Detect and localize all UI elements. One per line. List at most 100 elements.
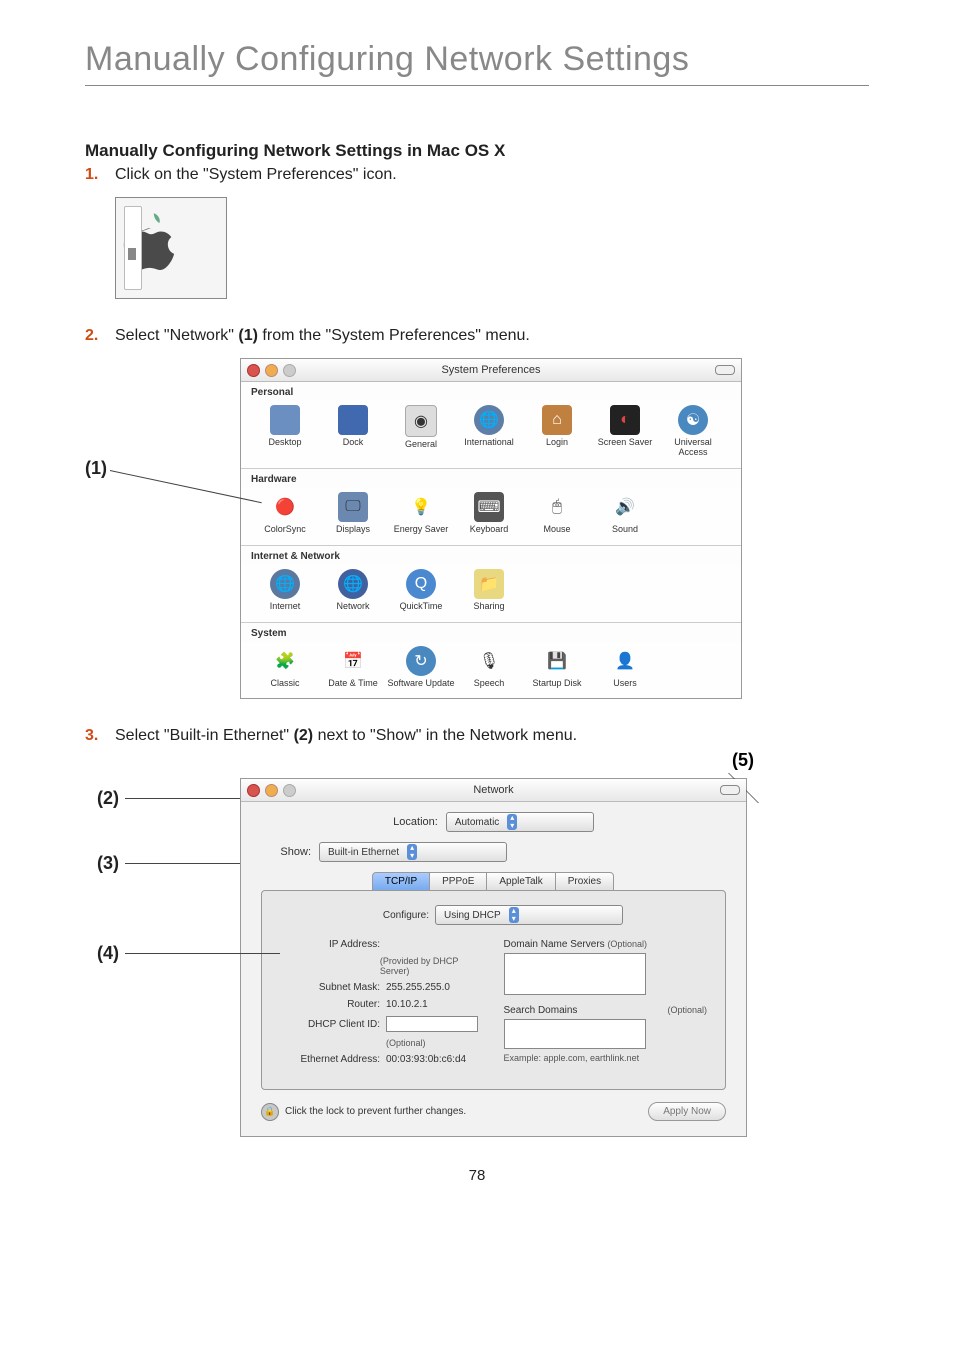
tab-appletalk[interactable]: AppleTalk [486, 872, 555, 891]
configure-label: Configure: [364, 910, 435, 921]
network-window-title: Network [241, 784, 746, 796]
search-note: (Optional) [667, 1005, 707, 1015]
pref-mouse[interactable]: 🖱Mouse [523, 492, 591, 535]
location-label: Location: [393, 816, 446, 828]
show-label: Show: [271, 846, 319, 858]
search-input[interactable] [504, 1019, 646, 1049]
pref-keyboard[interactable]: ⌨Keyboard [455, 492, 523, 535]
startup-icon: 💾 [542, 646, 572, 676]
pref-colorsync[interactable]: 🔴ColorSync [251, 492, 319, 535]
eth-value: 00:03:93:0b:c6:d4 [386, 1054, 466, 1065]
toolbar-toggle[interactable] [720, 785, 740, 795]
syspref-icon-figure [115, 197, 227, 299]
pref-desktop[interactable]: Desktop [251, 405, 319, 458]
pref-speech[interactable]: 🎙Speech [455, 646, 523, 689]
pref-startup[interactable]: 💾Startup Disk [523, 646, 591, 689]
footer-row: 🔒 Click the lock to prevent further chan… [261, 1102, 726, 1121]
callout-1: (1) [85, 458, 107, 479]
syspref-titlebar: System Preferences [241, 359, 741, 382]
pref-international[interactable]: 🌐International [455, 405, 523, 458]
tab-bar: TCP/IP PPPoE AppleTalk Proxies [261, 872, 726, 891]
sharing-icon: 📁 [474, 569, 504, 599]
search-label: Search Domains [504, 1005, 578, 1016]
step-2-text-a: Select "Network" [115, 327, 238, 344]
network-titlebar: Network [241, 779, 746, 802]
pref-login[interactable]: ⌂Login [523, 405, 591, 458]
syspref-figure: (1) System Preferences Personal Desktop … [85, 358, 869, 699]
select-arrows-icon: ▴▾ [407, 844, 417, 860]
step-2-text: Select "Network" (1) from the "System Pr… [115, 324, 869, 348]
step-1: 1. Click on the "System Preferences" ico… [85, 163, 869, 187]
pref-datetime[interactable]: 📅Date & Time [319, 646, 387, 689]
step-3: 3. Select "Built-in Ethernet" (2) next t… [85, 724, 869, 748]
callout-4-line [125, 953, 280, 954]
classic-icon: 🧩 [270, 646, 300, 676]
callout-2-line [125, 798, 240, 799]
dns-label: Domain Name Servers [504, 939, 605, 950]
pref-energy[interactable]: 💡Energy Saver [387, 492, 455, 535]
router-value: 10.10.2.1 [386, 999, 428, 1010]
configure-select[interactable]: Using DHCP ▴▾ [435, 905, 623, 925]
pref-internet[interactable]: 🌐Internet [251, 569, 319, 612]
network-icon: 🌐 [338, 569, 368, 599]
section-internet-label: Internet & Network [241, 546, 741, 565]
dhcp-input[interactable] [386, 1016, 478, 1032]
pref-dock[interactable]: Dock [319, 405, 387, 458]
show-select[interactable]: Built-in Ethernet ▴▾ [319, 842, 507, 862]
callout-3-line [125, 863, 240, 864]
show-row: Show: Built-in Ethernet ▴▾ [271, 842, 726, 862]
pref-sharing[interactable]: 📁Sharing [455, 569, 523, 612]
pref-softwareupdate[interactable]: ↻Software Update [387, 646, 455, 689]
step-2-num: 2. [85, 324, 115, 348]
page-number: 78 [85, 1167, 869, 1184]
pref-universal[interactable]: ☯Universal Access [659, 405, 727, 458]
section-system: 🧩Classic 📅Date & Time ↻Software Update 🎙… [241, 642, 741, 699]
example-text: Example: apple.com, earthlink.net [504, 1053, 708, 1063]
location-row: Location: Automatic ▴▾ [261, 812, 726, 832]
datetime-icon: 📅 [338, 646, 368, 676]
pref-displays[interactable]: 🖵Displays [319, 492, 387, 535]
syspref-window: System Preferences Personal Desktop Dock… [240, 358, 742, 699]
toolbar-toggle[interactable] [715, 365, 735, 375]
section-hardware: 🔴ColorSync 🖵Displays 💡Energy Saver ⌨Keyb… [241, 488, 741, 546]
pref-sound[interactable]: 🔊Sound [591, 492, 659, 535]
dns-input[interactable] [504, 953, 646, 995]
step-1-text: Click on the "System Preferences" icon. [115, 163, 869, 187]
pref-quicktime[interactable]: QQuickTime [387, 569, 455, 612]
pref-screensaver[interactable]: ◐Screen Saver [591, 405, 659, 458]
pref-users[interactable]: 👤Users [591, 646, 659, 689]
location-value: Automatic [455, 817, 499, 828]
pref-classic[interactable]: 🧩Classic [251, 646, 319, 689]
select-arrows-icon: ▴▾ [507, 814, 517, 830]
section-internet: 🌐Internet 🌐Network QQuickTime 📁Sharing [241, 565, 741, 623]
configure-value: Using DHCP [444, 910, 501, 921]
ip-note: (Provided by DHCP Server) [380, 956, 484, 976]
universal-icon: ☯ [678, 405, 708, 435]
callout-1-line [110, 470, 262, 503]
lock-text: Click the lock to prevent further change… [285, 1106, 466, 1117]
softwareupdate-icon: ↻ [406, 646, 436, 676]
screensaver-icon: ◐ [610, 405, 640, 435]
international-icon: 🌐 [474, 405, 504, 435]
pref-network[interactable]: 🌐Network [319, 569, 387, 612]
section-personal: Desktop Dock ◉General 🌐International ⌂Lo… [241, 401, 741, 469]
tab-pppoe[interactable]: PPPoE [429, 872, 487, 891]
dhcp-note: (Optional) [386, 1038, 426, 1048]
router-label: Router: [280, 999, 386, 1010]
select-arrows-icon: ▴▾ [509, 907, 519, 923]
callout-5: (5) [732, 750, 754, 771]
tab-tcpip[interactable]: TCP/IP [372, 872, 430, 891]
step-2-callout: (1) [238, 327, 258, 344]
apply-now-button[interactable]: Apply Now [648, 1102, 726, 1121]
pref-general[interactable]: ◉General [387, 405, 455, 458]
lock-icon[interactable]: 🔒 [261, 1103, 279, 1121]
login-icon: ⌂ [542, 405, 572, 435]
tab-proxies[interactable]: Proxies [555, 872, 614, 891]
general-icon: ◉ [405, 405, 437, 437]
ip-label: IP Address: [280, 939, 386, 950]
internet-icon: 🌐 [270, 569, 300, 599]
location-select[interactable]: Automatic ▴▾ [446, 812, 594, 832]
dock-icon [338, 405, 368, 435]
step-3-text: Select "Built-in Ethernet" (2) next to "… [115, 724, 869, 748]
syspref-window-title: System Preferences [241, 364, 741, 376]
